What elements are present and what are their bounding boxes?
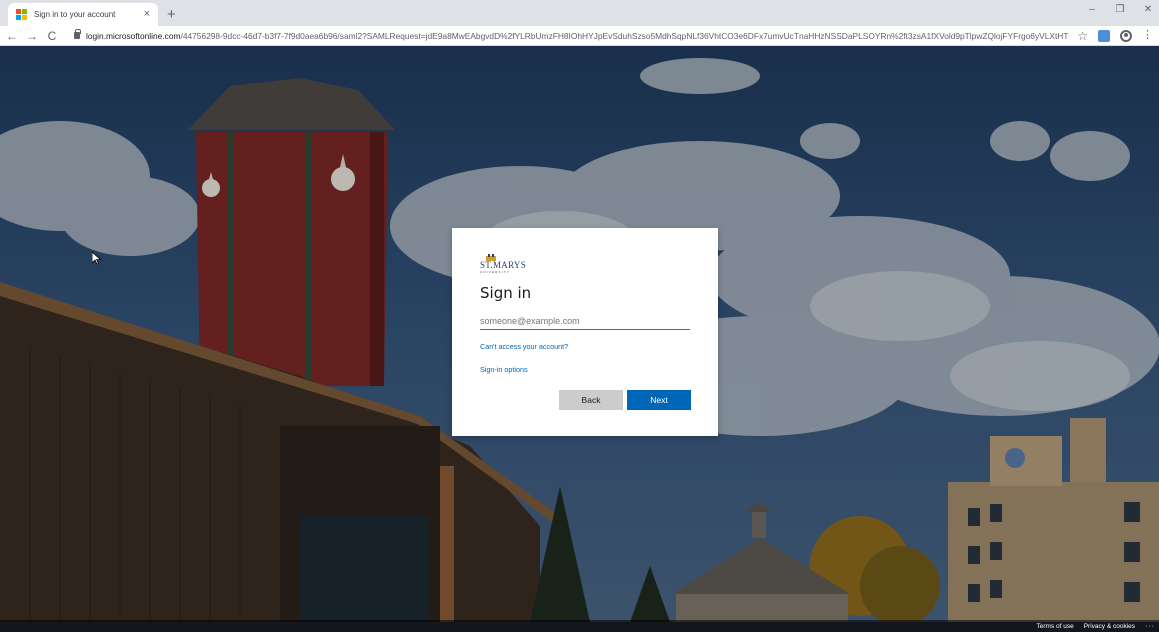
restore-icon[interactable]: ❐	[1113, 3, 1127, 17]
email-field[interactable]	[480, 312, 690, 330]
logo-wordmark: ST.MARYS	[480, 260, 526, 270]
logo-subtitle: UNIVERSITY	[480, 270, 511, 274]
menu-kebab-icon[interactable]: ⋮	[1142, 30, 1153, 41]
university-logo: ST.MARYS UNIVERSITY	[480, 254, 540, 274]
button-row: Back Next	[559, 390, 691, 410]
url-host: login.microsoftonline.com	[86, 30, 181, 41]
browser-tab[interactable]: Sign in to your account ×	[8, 3, 158, 26]
microsoft-favicon-icon	[16, 9, 27, 20]
back-arrow-icon[interactable]: ←	[4, 30, 20, 42]
bookmark-star-icon[interactable]: ☆	[1077, 30, 1088, 42]
url-text: login.microsoftonline.com/44756298-9dcc-…	[86, 31, 1069, 41]
new-tab-icon[interactable]: +	[167, 7, 176, 22]
back-button[interactable]: Back	[559, 390, 623, 410]
lock-icon	[74, 29, 81, 39]
privacy-cookies-link[interactable]: Privacy & cookies	[1084, 623, 1135, 630]
cant-access-link[interactable]: Can't access your account?	[480, 342, 690, 351]
address-bar[interactable]: login.microsoftonline.com/44756298-9dcc-…	[68, 27, 1069, 45]
signin-card: ST.MARYS UNIVERSITY Sign in Can't access…	[452, 228, 718, 436]
profile-icon[interactable]	[1120, 29, 1132, 42]
close-window-icon[interactable]: ✕	[1141, 3, 1155, 17]
forward-arrow-icon[interactable]: →	[24, 30, 40, 42]
tab-title: Sign in to your account	[34, 10, 116, 19]
terms-of-use-link[interactable]: Terms of use	[1036, 623, 1073, 630]
extension-icon[interactable]	[1098, 29, 1110, 42]
next-button[interactable]: Next	[627, 390, 691, 410]
browser-toolbar: ← → C login.microsoftonline.com/44756298…	[0, 26, 1159, 46]
tab-close-icon[interactable]: ×	[144, 9, 150, 20]
tab-strip: Sign in to your account × + – ❐ ✕	[0, 0, 1159, 26]
signin-options-link[interactable]: Sign-in options	[480, 365, 690, 374]
reload-icon[interactable]: C	[44, 30, 60, 42]
minimize-icon[interactable]: –	[1085, 3, 1099, 17]
signin-heading: Sign in	[480, 284, 532, 302]
page-footer: Terms of use Privacy & cookies ···	[0, 620, 1159, 632]
more-options-icon[interactable]: ···	[1145, 623, 1155, 630]
url-path: /44756298-9dcc-46d7-b3f7-7f9d0aea6b96/sa…	[180, 30, 1070, 41]
window-controls: – ❐ ✕	[1085, 3, 1155, 17]
